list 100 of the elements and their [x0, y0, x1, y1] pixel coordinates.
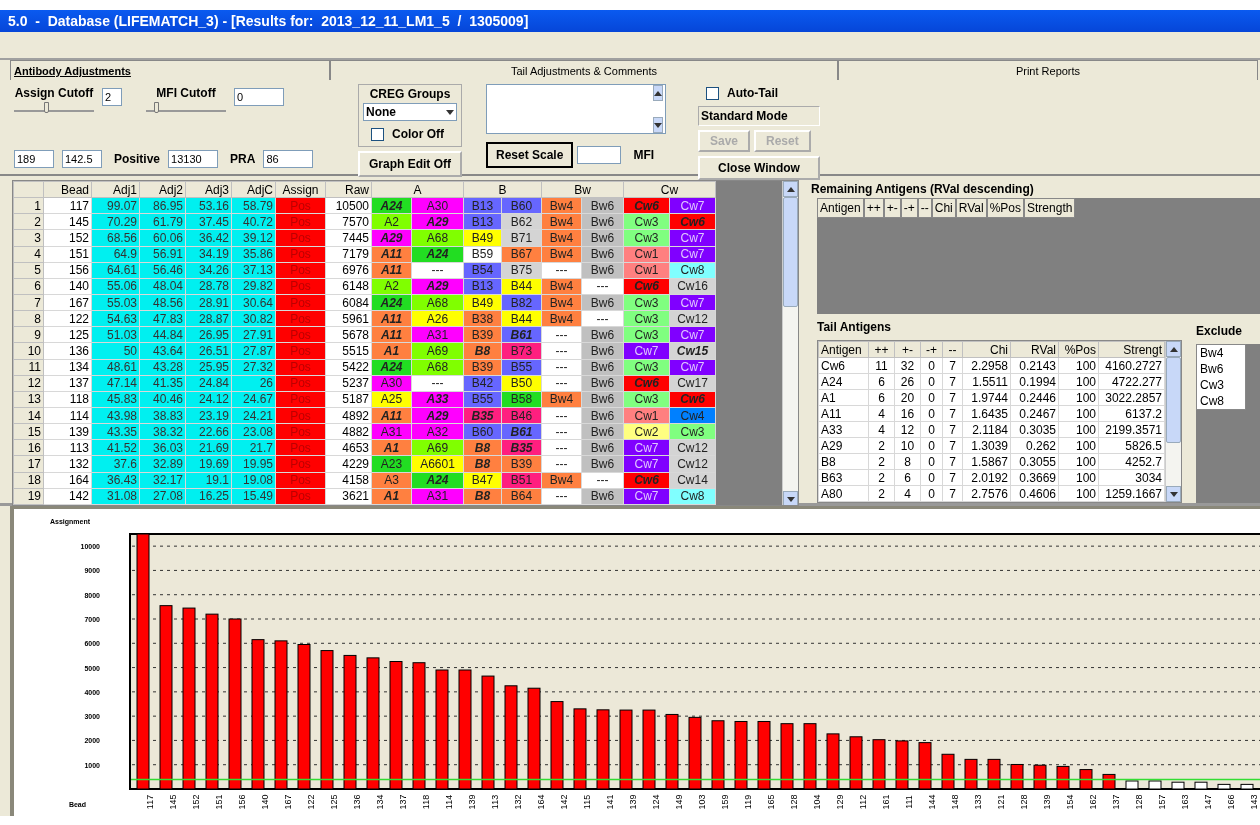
mfi-field[interactable] [577, 146, 622, 164]
column-header[interactable]: B [463, 181, 542, 198]
column-header[interactable]: ++ [868, 341, 895, 358]
axis-tick-label: 147 [1203, 794, 1213, 810]
column-header[interactable]: %Pos [986, 198, 1025, 218]
scroll-down-button[interactable] [653, 117, 663, 133]
table-cell: 0 [920, 453, 943, 470]
list-item[interactable]: Bw4 [1197, 345, 1245, 361]
column-header[interactable]: -+ [920, 341, 943, 358]
column-header[interactable]: ++ [863, 198, 884, 218]
table-cell: 0.3055 [1010, 453, 1059, 470]
checkbox[interactable] [706, 86, 719, 100]
axis-tick-label: 133 [973, 794, 983, 810]
scroll-up-button[interactable] [653, 85, 663, 101]
table-cell: 0 [920, 485, 943, 502]
axis-tick-label: 124 [651, 794, 661, 810]
table-cell: 151 [43, 246, 92, 263]
table-cell: 136 [43, 342, 92, 360]
column-header[interactable]: Strengt [1098, 341, 1165, 358]
table-cell: 1.5511 [962, 373, 1011, 390]
table-cell: 140 [43, 278, 92, 295]
column-header[interactable]: Cw [623, 181, 716, 198]
scroll-up-button[interactable] [783, 181, 798, 197]
axis-tick-label: 111 [904, 795, 914, 809]
table-cell: 114 [43, 407, 92, 424]
scroll-up-button[interactable] [1166, 341, 1181, 357]
checkbox[interactable] [371, 127, 384, 141]
column-header[interactable]: Adj3 [185, 181, 232, 198]
table-cell: 2.0192 [962, 469, 1011, 486]
table-cell: 100 [1058, 485, 1099, 502]
axis-tick-label: 167 [283, 794, 293, 810]
tab[interactable]: Antibody Adjustments [10, 60, 330, 80]
caret-down-icon [786, 496, 795, 502]
slider-label: Assign Cutoff [14, 85, 94, 102]
column-header[interactable]: Bw [541, 181, 624, 198]
list-item[interactable]: Cw3 [1197, 377, 1245, 393]
close-window-button[interactable]: Close Window [698, 156, 820, 180]
axis-tick-label: 156 [237, 794, 247, 810]
column-header[interactable]: Antigen [818, 341, 869, 358]
table-cell: 5187 [325, 391, 372, 408]
table-cell: 0.262 [1010, 437, 1059, 454]
tab[interactable]: Tail Adjustments & Comments [330, 60, 838, 80]
antigen-list[interactable]: Antigen ++ +- -+ -- Chi RVal %Pos Strength [817, 198, 1260, 314]
scroll-down-button[interactable] [1166, 486, 1181, 502]
bar [1148, 780, 1162, 790]
column-header[interactable]: Bead [43, 181, 92, 198]
column-header[interactable]: Chi [962, 341, 1011, 358]
list-item[interactable]: Bw6 [1197, 361, 1245, 377]
reset-scale-button[interactable]: Reset Scale [486, 142, 574, 168]
table-cell: 7 [942, 453, 963, 470]
table-cell: 2.2958 [962, 357, 1011, 374]
stat-field[interactable]: 189 [14, 150, 54, 168]
axis-tick-label: 121 [996, 794, 1006, 810]
graph-edit-button[interactable]: Graph Edit Off [358, 151, 462, 177]
column-header[interactable]: AdjC [231, 181, 276, 198]
table-cell: A33 [818, 421, 869, 438]
stat-field[interactable]: 142.5 [62, 150, 102, 168]
scrollbar-thumb[interactable] [1166, 357, 1181, 443]
creg-dropdown[interactable]: None [363, 103, 457, 121]
axis-tick-label: 129 [835, 794, 845, 810]
column-header[interactable]: Strength [1024, 198, 1076, 218]
column-header[interactable]: Adj1 [91, 181, 140, 198]
table-cell: 100 [1058, 469, 1099, 486]
column-header[interactable]: Adj2 [139, 181, 186, 198]
slider-thumb[interactable] [44, 102, 49, 113]
column-header[interactable]: Chi [931, 198, 956, 218]
column-header[interactable]: RVal [1010, 341, 1059, 358]
axis-tick-label: 115 [582, 794, 592, 810]
column-header[interactable]: -- [942, 341, 963, 358]
cutoff-field[interactable]: 0 [234, 88, 284, 106]
column-header[interactable]: Antigen [817, 198, 864, 218]
slider-thumb[interactable] [153, 102, 159, 113]
scroll-down-button[interactable] [783, 491, 798, 505]
bar [941, 753, 955, 790]
axis-tick-label: 139 [467, 794, 477, 810]
table-cell: 122 [43, 310, 92, 327]
table-cell: 0 [920, 421, 943, 438]
column-header[interactable]: A [371, 181, 464, 198]
column-header[interactable]: %Pos [1058, 341, 1099, 358]
stat-field[interactable]: 86 [263, 150, 314, 168]
table-cell: A29 [818, 437, 869, 454]
list-item[interactable]: Cw8 [1197, 393, 1245, 409]
caret-down-icon [1169, 491, 1178, 497]
column-header[interactable]: Assign [275, 181, 326, 198]
checkbox-label: Auto-Tail [727, 85, 779, 102]
table-cell: 5515 [325, 342, 372, 360]
scrollbar-thumb[interactable] [783, 197, 798, 307]
cutoff-field[interactable]: 2 [102, 88, 122, 106]
tab[interactable]: Print Reports [838, 60, 1258, 80]
column-header[interactable]: RVal [955, 198, 987, 218]
stat-field[interactable]: 13130 [168, 150, 219, 168]
bar [1171, 781, 1185, 790]
table-cell: 6 [868, 373, 895, 390]
column-header[interactable]: +- [894, 341, 921, 358]
table-cell: 0.3669 [1010, 469, 1059, 486]
column-header[interactable]: Raw [325, 181, 372, 198]
axis-tick-label: 154 [1065, 794, 1075, 810]
axis-tick-label: 118 [421, 794, 431, 810]
caret-up-icon [654, 90, 662, 96]
field-label: PRA [230, 151, 256, 168]
